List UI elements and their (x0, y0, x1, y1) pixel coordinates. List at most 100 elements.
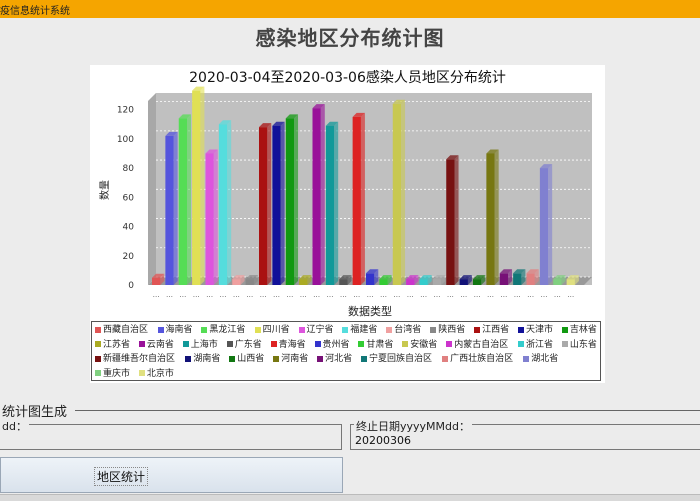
legend-label: 四川省 (262, 325, 290, 335)
bar-chart: 0 20 40 60 80 100 120 数量 … … … … … … … … … … … … … … … … … … … … … … …… (98, 86, 592, 318)
legend-item: 江西省 (474, 324, 509, 336)
bar (259, 127, 268, 286)
legend-label: 黑龙江省 (209, 325, 246, 335)
bar-side (294, 114, 299, 285)
legend-item: 浙江省 (518, 339, 553, 351)
legend-item: 西藏自治区 (95, 324, 148, 336)
bar-side (548, 164, 553, 285)
bar (245, 279, 254, 285)
y-tick-label: 0 (128, 281, 134, 291)
bar-side (334, 121, 339, 285)
x-tick-label: … (367, 291, 374, 299)
legend-item: 山西省 (229, 353, 264, 365)
legend-swatch (226, 341, 233, 347)
legend-item: 辽宁省 (298, 324, 334, 336)
legend-item: 台湾省 (386, 324, 421, 336)
bar (366, 273, 375, 285)
legend-item: 安徽省 (402, 339, 437, 351)
legend-label: 吉林省 (569, 325, 597, 335)
legend-swatch (386, 326, 393, 333)
y-tick-label: 120 (117, 106, 134, 116)
legend-swatch (314, 341, 321, 347)
bar (459, 279, 468, 285)
section-divider (75, 410, 700, 411)
x-tick-label: … (393, 291, 400, 299)
legend-item: 上海市 (182, 339, 218, 351)
legend-swatch (138, 370, 145, 376)
bar (339, 279, 348, 285)
bar (272, 125, 281, 285)
bar (312, 108, 321, 286)
bar (192, 90, 201, 285)
x-tick-label: … (353, 291, 360, 299)
legend-label: 辽宁省 (306, 325, 334, 335)
legend-label: 江西省 (482, 325, 510, 335)
bar (178, 118, 188, 285)
legend-label: 江苏省 (103, 339, 131, 350)
bar-side (173, 131, 178, 285)
legend-item: 内蒙古自治区 (446, 339, 508, 351)
y-tick-label: 100 (117, 135, 134, 145)
legend-item: 天津市 (518, 324, 553, 336)
legend-label: 广西壮族自治区 (450, 354, 514, 364)
legend-item: 海南省 (157, 324, 193, 336)
end-date-input[interactable]: 20200306 (355, 434, 411, 447)
legend-label: 山东省 (569, 339, 597, 350)
legend-item: 甘肃省 (358, 339, 393, 351)
bar-side (320, 104, 325, 286)
x-tick-label: … (220, 291, 227, 299)
region-stats-button[interactable]: 地区统计 (0, 457, 343, 493)
legend-swatch (201, 326, 208, 333)
window-title: 疫信息统计系统 (0, 6, 70, 17)
legend-label: 宁夏回族自治区 (369, 354, 433, 364)
bar (566, 279, 575, 285)
legend-label: 重庆市 (103, 368, 131, 379)
legend-label: 海南省 (165, 325, 193, 335)
legend-swatch (273, 355, 280, 362)
legend-label: 湖北省 (531, 354, 559, 364)
bar (406, 279, 415, 285)
legend-label: 青海省 (278, 339, 306, 350)
legend-swatch (138, 341, 145, 347)
x-tick-label: … (380, 291, 387, 299)
legend-item: 吉林省 (561, 324, 597, 336)
window-titlebar: 疫信息统计系统 (0, 0, 700, 18)
x-tick-label: … (286, 291, 293, 299)
legend-item: 山东省 (561, 339, 597, 351)
x-tick-label: … (327, 291, 334, 299)
bar-side (213, 149, 218, 285)
legend-label: 山西省 (237, 354, 265, 364)
legend-swatch (95, 370, 101, 376)
y-tick-label: 80 (123, 164, 135, 174)
legend-label: 北京市 (146, 368, 174, 379)
legend-label: 湖南省 (193, 354, 221, 364)
legend-swatch (95, 341, 101, 347)
x-tick-label: … (541, 291, 548, 299)
bar (352, 116, 361, 285)
x-tick-label: … (340, 291, 347, 299)
legend-label: 台湾省 (394, 325, 422, 335)
bar (205, 153, 214, 285)
bar-side (187, 114, 192, 285)
bar-side (227, 120, 232, 285)
legend-item: 广东省 (226, 339, 262, 351)
x-tick-label: … (500, 291, 507, 299)
legend-item: 新疆维吾尔自治区 (95, 353, 175, 365)
legend-swatch (95, 355, 101, 362)
legend-item: 福建省 (342, 324, 377, 336)
legend-label: 河北省 (325, 354, 353, 364)
legend-item: 青海省 (270, 339, 306, 351)
x-tick-label: … (300, 291, 307, 299)
legend-swatch (342, 326, 349, 333)
bar (232, 279, 241, 285)
bar (486, 153, 495, 285)
legend-item: 河北省 (317, 353, 352, 365)
bar (499, 273, 509, 285)
x-tick-label: … (233, 291, 240, 299)
legend-swatch (446, 341, 453, 347)
x-tick-label: … (206, 291, 213, 299)
bar (218, 124, 228, 285)
bar (432, 279, 442, 285)
legend-swatch (430, 326, 437, 333)
legend-label: 安徽省 (410, 339, 438, 350)
